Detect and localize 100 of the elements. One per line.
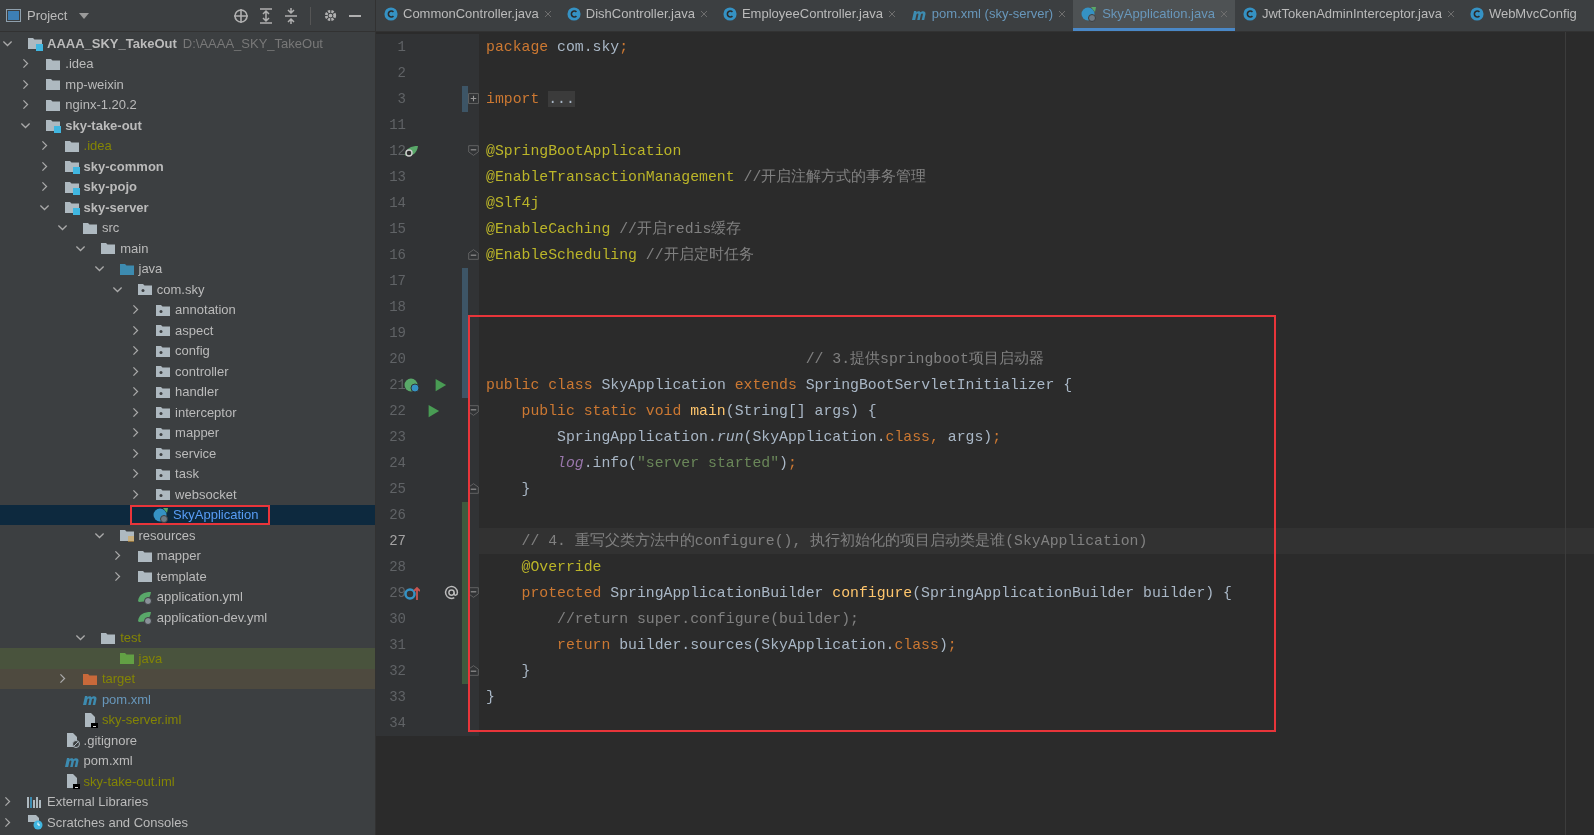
settings-icon[interactable]: [323, 8, 338, 23]
spring-icon[interactable]: [404, 377, 420, 393]
editor-tab[interactable]: pom.xml (sky-server): [902, 0, 1074, 31]
tree-item-label[interactable]: sky-server: [83, 197, 149, 217]
bean-icon[interactable]: [404, 143, 420, 159]
tree-item-label[interactable]: External Libraries: [47, 792, 149, 812]
module-folder-icon: [45, 117, 62, 134]
tree-item-label[interactable]: main: [120, 238, 149, 258]
tree-item-label[interactable]: config: [175, 341, 210, 361]
code-line: return builder.sources(SkyApplication.class);: [556, 635, 957, 655]
code-line: @SpringBootApplication: [486, 141, 682, 161]
class-icon: [384, 7, 398, 21]
tree-item-label[interactable]: SkyApplication: [173, 505, 259, 525]
fold-end-icon[interactable]: [468, 665, 479, 676]
code-line: @EnableCaching //开启redis缓存: [486, 219, 742, 239]
code-line: @EnableScheduling //开启定时任务: [486, 245, 754, 265]
override-icon[interactable]: [404, 585, 420, 601]
editor-tab[interactable]: EmployeeController.java: [714, 0, 903, 31]
package-icon: [155, 322, 172, 339]
tree-item-label[interactable]: annotation: [175, 300, 236, 320]
fold-expand-icon[interactable]: [468, 93, 479, 104]
class-icon: [722, 7, 737, 21]
folder-icon: [136, 568, 153, 585]
class-icon: [1242, 7, 1257, 21]
tree-item-label[interactable]: websocket: [175, 484, 237, 504]
editor-tab[interactable]: CommonController.java: [376, 0, 559, 31]
package-icon: [136, 281, 153, 298]
annotation-icon[interactable]: [444, 585, 459, 600]
tree-item-label[interactable]: controller: [175, 361, 229, 381]
tree-item-label[interactable]: application-dev.yml: [156, 607, 268, 627]
dropdown-icon[interactable]: [79, 12, 90, 19]
panel-icon: [6, 9, 21, 22]
code-line: }: [486, 687, 495, 707]
change-marker[interactable]: [462, 372, 468, 398]
tree-row[interactable]: SkyApplication: [0, 504, 375, 525]
editor-tab[interactable]: JwtTokenAdminInterceptor.java: [1234, 0, 1462, 31]
panel-title[interactable]: Project: [27, 5, 68, 26]
tree-item-label[interactable]: pom.xml: [83, 751, 133, 771]
fold-end-icon[interactable]: [468, 249, 479, 260]
change-marker[interactable]: [462, 658, 468, 684]
tree-item-label[interactable]: application.yml: [156, 587, 243, 607]
tree-item-label[interactable]: sky-common: [83, 156, 164, 176]
tree-item-label[interactable]: sky-take-out: [65, 115, 142, 135]
code-line: @Override: [520, 557, 602, 577]
collapse-all-icon[interactable]: [284, 7, 298, 24]
chevron-right-icon[interactable]: [2, 796, 13, 808]
fold-end-icon[interactable]: [468, 483, 479, 494]
tree-item-label[interactable]: task: [175, 464, 199, 484]
fold-start-icon[interactable]: [468, 145, 479, 156]
class-icon: [566, 7, 581, 21]
tree-item-label[interactable]: handler: [175, 382, 219, 402]
run-icon[interactable]: [426, 404, 440, 418]
code-line: protected SpringApplicationBuilder configure(SpringApplicationBuilder builder) {: [520, 583, 1232, 603]
tree-item-label[interactable]: src: [101, 218, 120, 238]
tree-item-label[interactable]: .idea: [65, 54, 94, 74]
tree-item-label[interactable]: com.sky: [156, 279, 205, 299]
package-icon: [155, 445, 172, 462]
line-number: 27: [388, 531, 406, 551]
run-icon[interactable]: [433, 378, 447, 392]
fold-start-icon[interactable]: [468, 405, 479, 416]
fold-start-icon[interactable]: [468, 587, 479, 598]
code-line: // 4. 重写父类方法中的configure(), 执行初始化的项目启动类是谁(SkyApplication): [520, 531, 1148, 551]
change-marker[interactable]: [462, 502, 468, 528]
tree-item-label[interactable]: .gitignore: [83, 730, 138, 750]
tree-item-label[interactable]: Scratches and Consoles: [47, 812, 188, 832]
code-line: SpringApplication.run(SkyApplication.class, args);: [556, 427, 1002, 447]
code-line: log.info("server started");: [556, 453, 797, 473]
editor-tab[interactable]: DishController.java: [558, 0, 715, 31]
code-line: import ...: [486, 89, 575, 109]
tree-item-label[interactable]: aspect: [175, 320, 214, 340]
folder-icon: [45, 76, 62, 93]
tree-item-label[interactable]: mapper: [175, 423, 220, 443]
code-line: @Slf4j: [486, 193, 540, 213]
expand-all-icon[interactable]: [259, 7, 273, 24]
spring-class-icon: [153, 506, 170, 523]
tree-item-label[interactable]: mp-weixin: [65, 74, 124, 94]
tree-item-label[interactable]: AAAA_SKY_TakeOut: [47, 33, 177, 53]
editor-tab[interactable]: WebMvcConfig: [1461, 0, 1584, 31]
code-line: // 3.提供springboot项目启动器: [804, 349, 1044, 369]
tree-item-label[interactable]: template: [156, 566, 207, 586]
code-line: }: [520, 479, 531, 499]
tree-item-label[interactable]: java: [138, 259, 163, 279]
module-folder-icon: [27, 35, 43, 52]
change-marker[interactable]: [462, 86, 468, 112]
tree-item-label[interactable]: nginx-1.20.2: [65, 95, 137, 115]
locate-icon[interactable]: [233, 7, 249, 24]
package-icon: [155, 404, 172, 421]
class-icon: [1469, 7, 1484, 21]
code-line: package com.sky;: [486, 37, 629, 57]
tree-item-label[interactable]: sky-pojo: [83, 177, 138, 197]
tree-item-label[interactable]: service: [175, 443, 217, 463]
folder-icon: [100, 240, 117, 257]
chevron-right-icon[interactable]: [2, 816, 13, 828]
change-marker[interactable]: [462, 268, 468, 294]
tree-item-label[interactable]: interceptor: [175, 402, 237, 422]
code-line: //return super.configure(builder);: [556, 609, 859, 629]
tree-item-label[interactable]: pom.xml: [101, 689, 151, 709]
code-line: }: [520, 661, 531, 681]
tree-item-label[interactable]: mapper: [156, 546, 201, 566]
tree-item-label[interactable]: resources: [138, 525, 196, 545]
